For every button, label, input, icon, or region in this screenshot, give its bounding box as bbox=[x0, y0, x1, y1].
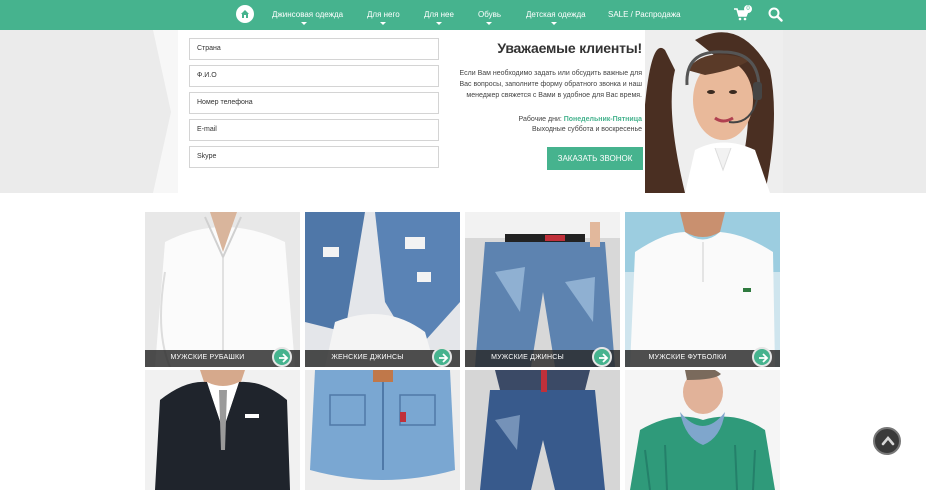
phone-field[interactable]: Номер телефона bbox=[189, 92, 439, 114]
arrow-right-icon[interactable] bbox=[752, 347, 772, 367]
category-tile-mens-jeans[interactable]: МУЖСКИЕ ДЖИНСЫ bbox=[465, 212, 620, 367]
category-label: МУЖСКИЕ ДЖИНСЫ bbox=[491, 354, 564, 361]
denim-shorts-photo bbox=[305, 370, 460, 490]
nav-item-jeans-clothing[interactable]: Джинсовая одежда bbox=[272, 10, 343, 19]
working-days-value: Понедельник-Пятница bbox=[563, 116, 642, 123]
chevron-down-icon bbox=[551, 22, 557, 25]
category-label-bar: МУЖСКИЕ ДЖИНСЫ bbox=[465, 347, 620, 367]
mens-suit-photo bbox=[145, 370, 300, 490]
category-label: МУЖСКИЕ ФУТБОЛКИ bbox=[648, 354, 727, 361]
jeans-shorts-photo bbox=[465, 370, 620, 490]
skype-field[interactable]: Skype bbox=[189, 146, 439, 168]
email-field[interactable]: E-mail bbox=[189, 119, 439, 141]
scroll-to-top-button[interactable] bbox=[873, 427, 901, 455]
category-tile-denim-shorts[interactable] bbox=[305, 370, 460, 490]
order-call-button[interactable]: ЗАКАЗАТЬ ЗВОНОК bbox=[547, 147, 643, 170]
chevron-up-icon bbox=[881, 435, 895, 446]
arrow-right-icon[interactable] bbox=[432, 347, 452, 367]
arrow-right-icon[interactable] bbox=[592, 347, 612, 367]
category-tile-mens-tshirts[interactable]: МУЖСКИЕ ФУТБОЛКИ bbox=[625, 212, 780, 367]
category-tile-suits[interactable] bbox=[145, 370, 300, 490]
nav-item-sale[interactable]: SALE / Распродажа bbox=[608, 10, 681, 19]
working-days-label: Рабочие дни: bbox=[518, 116, 562, 123]
callback-title: Уважаемые клиенты! bbox=[497, 40, 642, 56]
callback-description: Если Вам необходимо задать или обсудить … bbox=[459, 70, 642, 99]
mens-sweater-photo bbox=[625, 370, 780, 490]
category-label: МУЖСКИЕ РУБАШКИ bbox=[170, 354, 245, 361]
mens-shirt-photo bbox=[145, 212, 300, 367]
working-hours: Рабочие дни: Понедельник-Пятница Выходны… bbox=[458, 115, 642, 135]
nav-item-shoes[interactable]: Обувь bbox=[478, 10, 501, 19]
full-name-field[interactable]: Ф.И.О bbox=[189, 65, 439, 87]
weekend-info: Выходные суббота и воскресенье bbox=[531, 126, 642, 133]
category-tile-sweaters[interactable] bbox=[625, 370, 780, 490]
category-label-bar: ЖЕНСКИЕ ДЖИНСЫ bbox=[305, 347, 460, 367]
chevron-down-icon bbox=[436, 22, 442, 25]
top-nav: Джинсовая одежда Для него Для нее Обувь … bbox=[0, 0, 926, 30]
category-tile-mens-shirts[interactable]: МУЖСКИЕ РУБАШКИ bbox=[145, 212, 300, 367]
chevron-down-icon bbox=[380, 22, 386, 25]
chevron-down-icon bbox=[486, 22, 492, 25]
cart-count-badge: 0 bbox=[744, 5, 752, 13]
nav-item-kids-clothing[interactable]: Детская одежда bbox=[526, 10, 586, 19]
support-agent-photo bbox=[645, 30, 783, 193]
country-field[interactable]: Страна bbox=[189, 38, 439, 60]
home-button[interactable] bbox=[236, 5, 254, 23]
category-label: ЖЕНСКИЕ ДЖИНСЫ bbox=[331, 354, 404, 361]
decorative-chevron bbox=[153, 30, 179, 193]
home-icon bbox=[241, 10, 249, 18]
category-label-bar: МУЖСКИЕ ФУТБОЛКИ bbox=[625, 347, 780, 367]
womens-jeans-photo bbox=[305, 212, 460, 367]
mens-jeans-photo bbox=[465, 212, 620, 367]
category-tile-jeans-shorts[interactable] bbox=[465, 370, 620, 490]
category-label-bar: МУЖСКИЕ РУБАШКИ bbox=[145, 347, 300, 367]
callback-section: Страна Ф.И.О Номер телефона E-mail Skype… bbox=[0, 30, 926, 193]
arrow-right-icon[interactable] bbox=[272, 347, 292, 367]
nav-item-for-him[interactable]: Для него bbox=[367, 10, 400, 19]
chevron-down-icon bbox=[301, 22, 307, 25]
mens-tshirt-photo bbox=[625, 212, 780, 367]
nav-item-for-her[interactable]: Для нее bbox=[424, 10, 454, 19]
category-tile-womens-jeans[interactable]: ЖЕНСКИЕ ДЖИНСЫ bbox=[305, 212, 460, 367]
search-icon[interactable] bbox=[768, 7, 783, 22]
